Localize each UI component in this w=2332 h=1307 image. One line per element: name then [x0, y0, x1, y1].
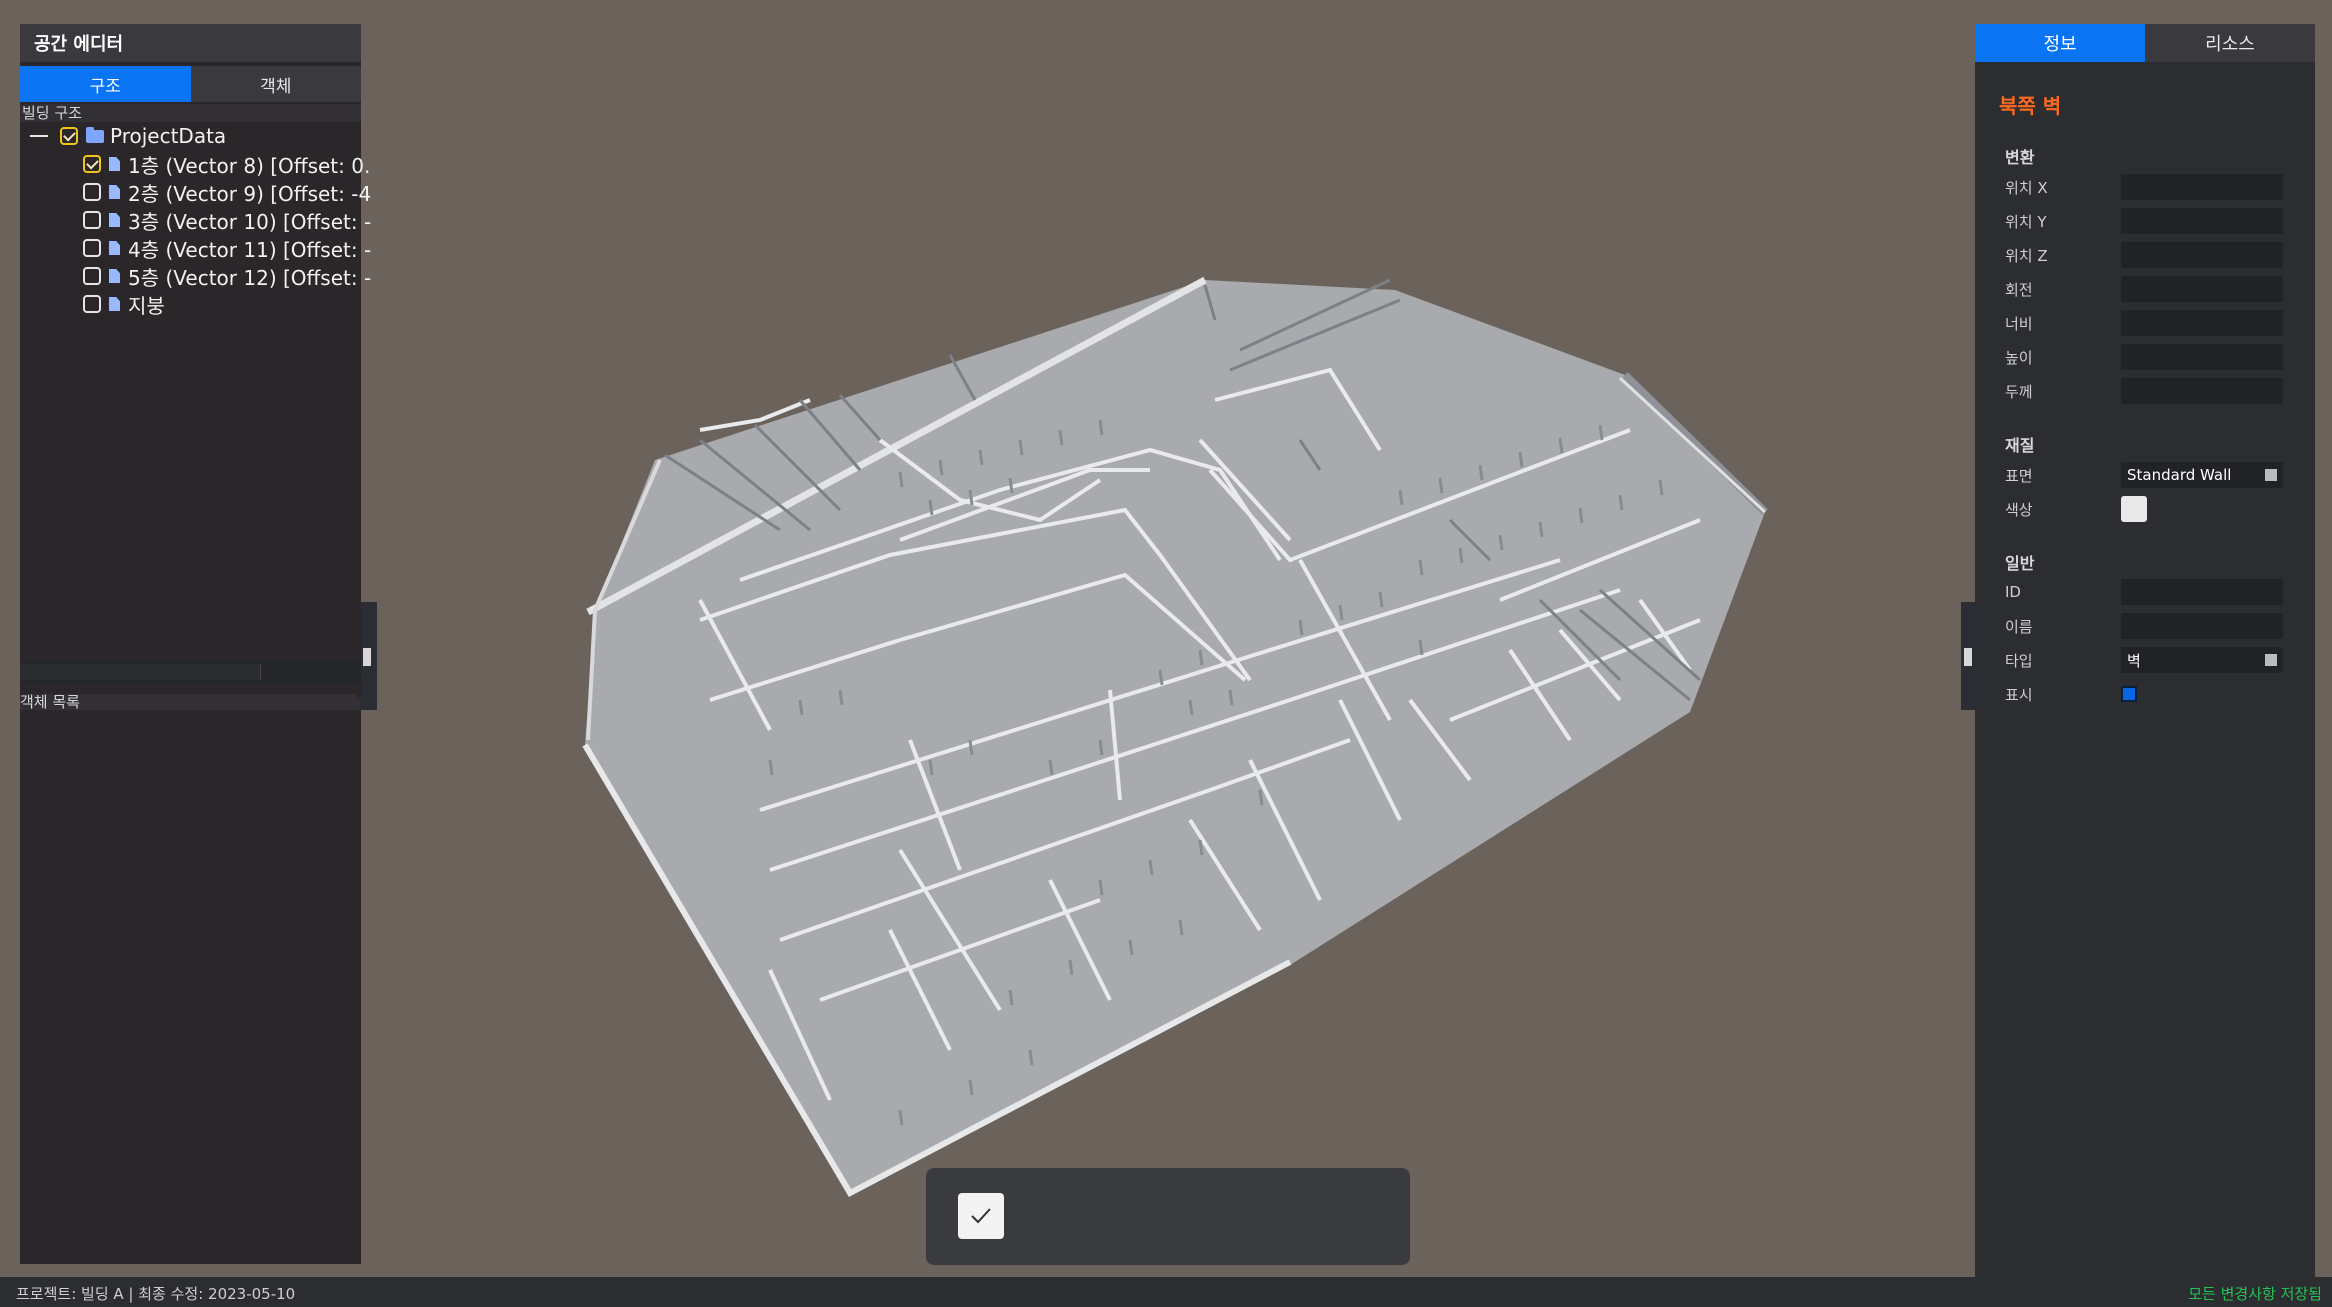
tree-item-label: 4층 (Vector 11) [Offset: - [128, 237, 372, 262]
field-thickness: 두께 [2005, 378, 2285, 404]
field-label: 이름 [2005, 617, 2033, 636]
field-position-y: 위치 Y [2005, 208, 2285, 234]
drag-handle-icon[interactable] [1964, 648, 1972, 666]
confirm-button[interactable] [958, 1193, 1004, 1239]
tree-item-floor-2[interactable]: 2층 (Vector 9) [Offset: -4 [83, 178, 371, 206]
checkbox[interactable] [60, 127, 78, 145]
checkbox[interactable] [83, 239, 101, 257]
field-label: 회전 [2005, 280, 2033, 299]
field-label: 높이 [2005, 348, 2033, 367]
file-icon [109, 157, 120, 171]
field-position-z: 위치 Z [2005, 242, 2285, 268]
collapse-icon[interactable] [30, 135, 48, 137]
field-surface: 표면 Standard Wall [2005, 462, 2285, 488]
field-label: 위치 Z [2005, 246, 2048, 265]
section-general-title: 일반 [2005, 554, 2035, 573]
tree-item-label: 1층 (Vector 8) [Offset: 0. [128, 153, 371, 178]
position-x-input[interactable] [2121, 174, 2283, 200]
type-select[interactable]: 벽 [2121, 647, 2283, 673]
field-rotation: 회전 [2005, 276, 2285, 302]
field-type: 타입 벽 [2005, 647, 2285, 673]
tree-root-row[interactable]: ProjectData [30, 122, 226, 150]
left-panel: 공간 에디터 구조 객체 빌딩 구조 ProjectData 1층 (Vecto… [20, 24, 371, 1264]
field-name: 이름 [2005, 613, 2285, 639]
bottom-toolbar [926, 1168, 1410, 1265]
height-input[interactable] [2121, 344, 2283, 370]
object-list-label: 객체 목록 [20, 694, 361, 710]
field-label: 표면 [2005, 466, 2033, 485]
field-height: 높이 [2005, 344, 2285, 370]
field-label: 위치 X [2005, 178, 2048, 197]
right-panel: 정보 리소스 북쪽 벽 변환 위치 X 위치 Y 위치 Z 회전 너비 높이 두… [1975, 24, 2315, 1307]
checkbox[interactable] [83, 183, 101, 201]
checkbox[interactable] [83, 155, 101, 173]
field-label: 색상 [2005, 500, 2033, 519]
save-status-text: 모든 변경사항 저장됨 [2188, 1285, 2322, 1303]
panel-title: 공간 에디터 [20, 24, 361, 62]
width-input[interactable] [2121, 310, 2283, 336]
rotation-input[interactable] [2121, 276, 2283, 302]
tree-item-label: 3층 (Vector 10) [Offset: - [128, 209, 372, 234]
right-panel-splitter[interactable] [1961, 602, 1975, 710]
selected-object-title: 북쪽 벽 [1999, 94, 2062, 118]
dropdown-icon [2265, 654, 2277, 666]
scrollbar-thumb[interactable] [20, 664, 261, 680]
field-label: 너비 [2005, 314, 2033, 333]
checkbox[interactable] [83, 295, 101, 313]
drag-handle-icon[interactable] [363, 648, 371, 666]
tree-item-roof[interactable]: 지붕 [83, 290, 165, 318]
field-label: 위치 Y [2005, 212, 2047, 231]
file-icon [109, 213, 120, 227]
field-label: ID [2005, 583, 2021, 601]
tab-structure[interactable]: 구조 [20, 66, 191, 102]
tree-horizontal-scrollbar[interactable] [20, 660, 361, 684]
tree-item-label: 지붕 [128, 293, 165, 318]
field-id: ID [2005, 579, 2285, 605]
tree-item-floor-5[interactable]: 5층 (Vector 12) [Offset: - [83, 262, 371, 290]
field-label: 타입 [2005, 651, 2033, 670]
file-icon [109, 241, 120, 255]
tree-item-floor-3[interactable]: 3층 (Vector 10) [Offset: - [83, 206, 371, 234]
position-y-input[interactable] [2121, 208, 2283, 234]
field-label: 두께 [2005, 382, 2033, 401]
checkbox[interactable] [83, 211, 101, 229]
surface-select[interactable]: Standard Wall [2121, 462, 2283, 488]
left-panel-splitter[interactable] [361, 602, 377, 710]
left-tabs: 구조 객체 [20, 66, 361, 102]
right-tabs: 정보 리소스 [1975, 24, 2315, 62]
check-icon [971, 1208, 991, 1224]
name-input[interactable] [2121, 613, 2283, 639]
file-icon [109, 185, 120, 199]
tree-item-label: 5층 (Vector 12) [Offset: - [128, 265, 372, 290]
position-z-input[interactable] [2121, 242, 2283, 268]
tab-info[interactable]: 정보 [1975, 24, 2145, 62]
tree-item-floor-4[interactable]: 4층 (Vector 11) [Offset: - [83, 234, 371, 262]
folder-icon [86, 126, 104, 143]
status-bar: 프로젝트: 빌딩 A | 최종 수정: 2023-05-10 모든 변경사항 저… [0, 1277, 2332, 1307]
tab-resources[interactable]: 리소스 [2145, 24, 2315, 62]
thickness-input[interactable] [2121, 378, 2283, 404]
id-input[interactable] [2121, 579, 2283, 605]
visible-checkbox[interactable] [2121, 686, 2137, 702]
tree-root-label: ProjectData [110, 124, 227, 148]
type-value: 벽 [2127, 651, 2141, 670]
section-material-title: 재질 [2005, 436, 2035, 455]
section-transform-title: 변환 [2005, 148, 2035, 167]
field-position-x: 위치 X [2005, 174, 2285, 200]
building-structure-label: 빌딩 구조 [20, 104, 361, 122]
file-icon [109, 269, 120, 283]
field-width: 너비 [2005, 310, 2285, 336]
tab-objects[interactable]: 객체 [190, 66, 361, 102]
field-label: 표시 [2005, 685, 2033, 704]
color-swatch[interactable] [2121, 496, 2147, 522]
dropdown-icon [2265, 469, 2277, 481]
field-color: 색상 [2005, 496, 2285, 522]
surface-value: Standard Wall [2127, 466, 2232, 484]
tree-item-label: 2층 (Vector 9) [Offset: -4 [128, 181, 372, 206]
project-status-text: 프로젝트: 빌딩 A | 최종 수정: 2023-05-10 [16, 1285, 296, 1303]
tree-item-floor-1[interactable]: 1층 (Vector 8) [Offset: 0. [83, 150, 370, 178]
field-visible: 표시 [2005, 681, 2285, 707]
checkbox[interactable] [83, 267, 101, 285]
file-icon [109, 297, 120, 311]
